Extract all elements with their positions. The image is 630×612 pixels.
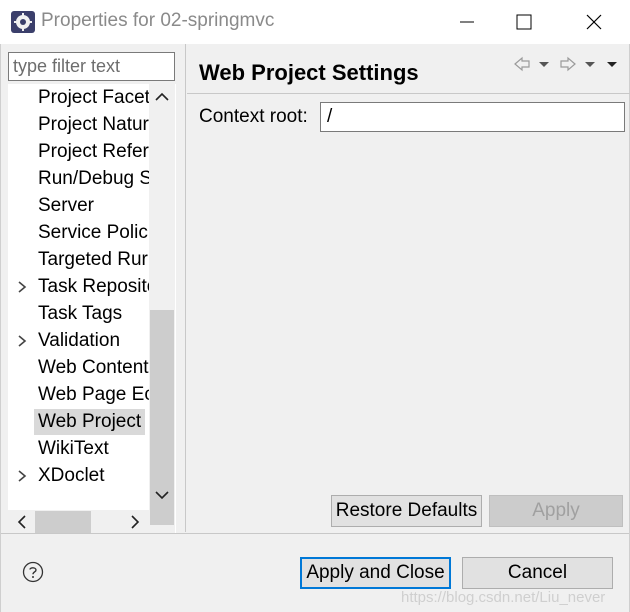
expand-chevron-icon[interactable] <box>16 334 28 348</box>
forward-arrow-icon[interactable] <box>559 54 577 74</box>
tree-item-label: Validation <box>38 330 121 351</box>
tree-item-label: XDoclet <box>38 465 105 486</box>
scroll-left-icon[interactable] <box>12 512 32 532</box>
tree-item[interactable]: Service Polici <box>8 219 149 246</box>
tree-list: Project Facet Project Natur Project Refer R… <box>8 84 149 489</box>
tree-item-label: Task Reposito <box>38 276 149 297</box>
tree-item[interactable]: Server <box>8 192 149 219</box>
scroll-right-icon[interactable] <box>125 512 145 532</box>
tree-item-label: Targeted Rur <box>38 249 148 270</box>
view-menu-icon[interactable] <box>604 54 620 74</box>
tree-item-label: Web Content <box>38 357 149 378</box>
tree-item-label: Task Tags <box>38 303 123 324</box>
tree-item[interactable]: Validation <box>8 327 149 354</box>
tree-item[interactable]: Web Content <box>8 354 149 381</box>
back-arrow-icon[interactable] <box>513 54 531 74</box>
close-icon[interactable] <box>566 0 622 44</box>
expand-chevron-icon[interactable] <box>16 280 28 294</box>
dialog-body: Project Facet Project Natur Project Refer R… <box>0 44 630 612</box>
tree-item[interactable]: Project Refer <box>8 138 149 165</box>
tree-item[interactable]: Task Reposito <box>8 273 149 300</box>
window-title: Properties for 02-springmvc <box>41 10 275 31</box>
tree-item[interactable]: Web Page Ec <box>8 381 149 408</box>
apply-and-close-button[interactable]: Apply and Close <box>300 557 451 589</box>
tree-vertical-scrollbar[interactable] <box>149 84 175 533</box>
tree-item-label: Run/Debug S <box>38 168 149 189</box>
tree-item[interactable]: Targeted Rur <box>8 246 149 273</box>
tree-item-label: Project Natur <box>38 114 149 135</box>
tree-item[interactable]: Task Tags <box>8 300 149 327</box>
context-root-label: Context root: <box>199 106 308 127</box>
tree-item-label: Service Polici <box>38 222 149 243</box>
tree-item-label: Server <box>38 195 94 216</box>
tree-item-label: Project Refer <box>38 141 149 162</box>
tree-horizontal-scrollbar[interactable] <box>8 510 149 534</box>
tree-item-label: Web Page Ec <box>38 384 149 405</box>
button-bar-separator <box>1 533 629 534</box>
tree-item[interactable]: Project Natur <box>8 111 149 138</box>
tree-item[interactable]: Run/Debug S <box>8 165 149 192</box>
tree-item-label: WikiText <box>38 438 109 459</box>
tree-item[interactable]: XDoclet <box>8 462 149 489</box>
forward-menu-icon[interactable] <box>582 54 598 74</box>
scroll-up-icon[interactable] <box>152 87 172 107</box>
tree-item-label: Web Project <box>34 409 146 435</box>
title-bar: Properties for 02-springmvc <box>0 0 630 44</box>
minimize-icon[interactable] <box>439 0 495 44</box>
expand-chevron-icon[interactable] <box>16 469 28 483</box>
tree-item[interactable]: WikiText <box>8 435 149 462</box>
context-root-input[interactable] <box>320 102 625 132</box>
tree-item[interactable]: Web Project <box>8 408 149 435</box>
apply-button[interactable]: Apply <box>489 495 623 527</box>
scroll-down-icon[interactable] <box>152 485 172 505</box>
back-menu-icon[interactable] <box>536 54 552 74</box>
page-title: Web Project Settings <box>199 60 419 85</box>
title-separator <box>187 93 630 94</box>
cancel-button[interactable]: Cancel <box>462 557 613 589</box>
property-page-tree[interactable]: Project Facet Project Natur Project Refer R… <box>8 84 176 533</box>
eclipse-icon <box>11 11 35 33</box>
help-icon[interactable] <box>22 561 44 583</box>
panel-divider[interactable] <box>185 44 186 532</box>
filter-input[interactable] <box>8 52 175 81</box>
watermark-text: https://blog.csdn.net/Liu_never <box>401 589 606 606</box>
tree-item[interactable]: Project Facet <box>8 84 149 111</box>
tree-item-label: Project Facet <box>38 87 149 108</box>
tree-hscroll-thumb[interactable] <box>35 511 91 533</box>
maximize-icon[interactable] <box>496 0 552 44</box>
restore-defaults-button[interactable]: Restore Defaults <box>331 495 482 527</box>
